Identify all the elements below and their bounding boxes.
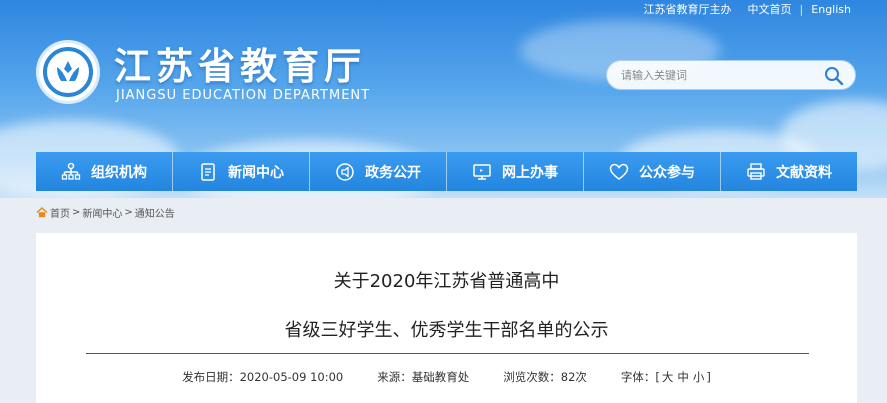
nav-label: 文献资料 [776,164,832,181]
nav-label: 网上办事 [502,164,558,181]
top-links: 江苏省教育厅主办 中文首页 | English [643,1,851,17]
font-label: 字体： [620,370,656,384]
breadcrumb-news[interactable]: 新闻中心 [82,205,122,220]
sponsor-text: 江苏省教育厅主办 [643,3,732,16]
nav-item-public-participation[interactable]: 公众参与 [584,152,721,191]
nav-item-online-service[interactable]: 网上办事 [447,152,584,191]
source-label: 来源： [377,370,412,384]
topbar-separator: | [799,2,804,16]
search-box [606,60,856,90]
home-icon [36,207,48,218]
source-info: 来源：基础教育处 [377,369,469,385]
megaphone-icon [336,162,354,181]
search-input[interactable] [621,68,811,82]
article-title-line2: 省级三好学生、优秀学生干部名单的公示 [284,320,609,341]
nav-label: 组织机构 [91,164,147,181]
views-label: 浏览次数： [503,370,561,384]
publish-date: 2020-05-09 10:00 [239,370,344,384]
english-link[interactable]: English [811,3,851,16]
nav-item-organization[interactable]: 组织机构 [36,152,173,191]
font-size-control: 字体：[大中小] [621,369,711,385]
breadcrumb-notice[interactable]: 通知公告 [135,205,175,220]
chinese-home-link[interactable]: 中文首页 [748,1,792,17]
search-icon[interactable] [823,65,845,87]
nav-item-documents[interactable]: 文献资料 [721,152,857,191]
article-title-line1: 关于2020年江苏省普通高中 [333,271,560,292]
emblem-icon [43,47,93,97]
nav-item-government[interactable]: 政务公开 [310,152,447,191]
breadcrumb-separator: > [124,207,133,218]
font-large-button[interactable]: 大 [662,370,674,384]
nav-item-news[interactable]: 新闻中心 [173,152,310,191]
document-icon [201,162,215,181]
font-bracket-open: [ [655,370,660,384]
font-small-button[interactable]: 小 [693,370,705,384]
org-chart-icon [61,162,81,180]
site-title: 江苏省教育厅 [114,45,366,88]
source-value: 基础教育处 [411,370,470,384]
article-panel: 关于2020年江苏省普通高中 省级三好学生、优秀学生干部名单的公示 发布日期：2… [36,233,857,403]
font-bracket-close: ] [706,370,711,384]
nav-label: 政务公开 [365,164,421,181]
views-count: 82次 [560,370,587,384]
printer-icon [747,162,765,180]
views-info: 浏览次数：82次 [503,369,587,385]
breadcrumb-home[interactable]: 首页 [50,205,70,220]
article-meta: 发布日期：2020-05-09 10:00 来源：基础教育处 浏览次数：82次 … [36,369,857,385]
main-nav: 组织机构 新闻中心 政务公开 网上办事 公众参与 文献资料 [36,152,857,191]
title-divider [86,353,809,354]
publish-label: 发布日期： [182,370,240,384]
breadcrumb-separator: > [72,207,81,218]
monitor-icon [473,163,491,180]
breadcrumb: 首页 > 新闻中心 > 通知公告 [36,205,175,220]
logo-emblem[interactable] [36,40,100,104]
publish-info: 发布日期：2020-05-09 10:00 [182,369,343,385]
site-subtitle: JIANGSU EDUCATION DEPARTMENT [116,88,371,103]
nav-label: 公众参与 [639,164,695,181]
heart-icon [609,163,629,180]
font-medium-button[interactable]: 中 [677,370,689,384]
nav-label: 新闻中心 [228,164,284,181]
